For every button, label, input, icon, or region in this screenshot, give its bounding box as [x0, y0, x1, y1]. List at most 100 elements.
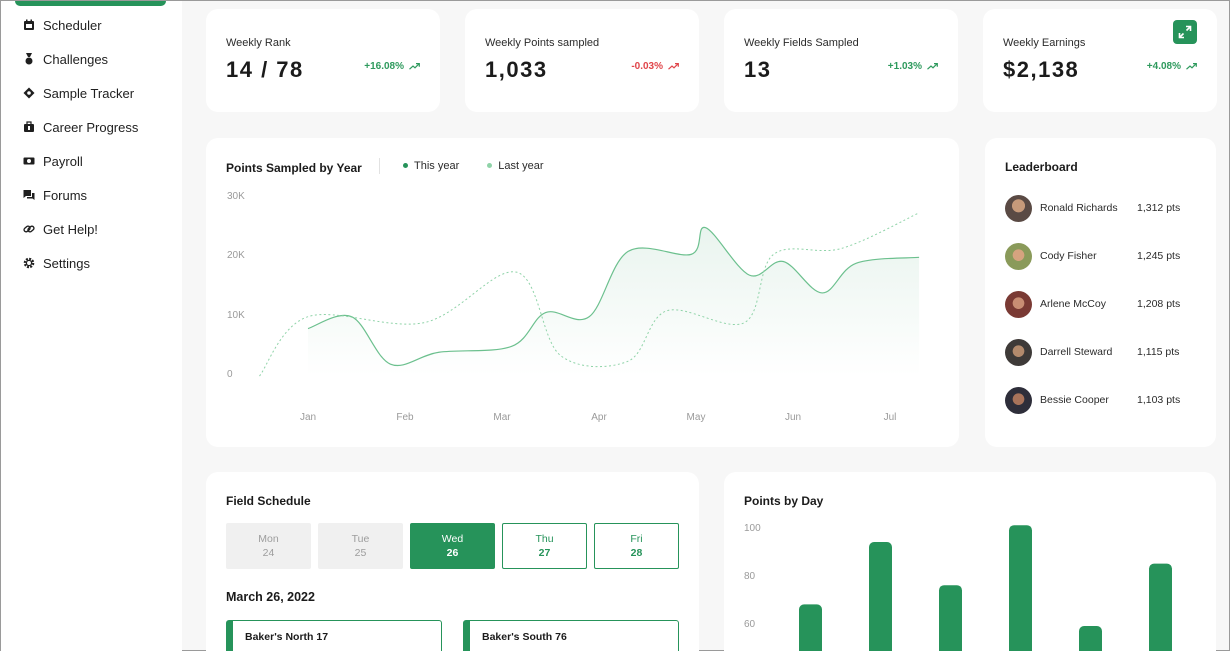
sidebar-item-label: Payroll [43, 153, 83, 169]
line-chart [259, 212, 920, 377]
schedule-item[interactable]: Baker's North 17 [226, 620, 442, 651]
money-icon [23, 155, 35, 167]
bar[interactable] [799, 604, 822, 651]
day-number: 26 [446, 547, 459, 559]
gear-icon [23, 257, 35, 269]
bar[interactable] [1149, 563, 1172, 651]
trend-up-icon [927, 63, 938, 70]
stat-title: Weekly Earnings [1003, 37, 1086, 49]
y-tick-label: 20K [227, 250, 245, 262]
sidebar-item-career-progress[interactable]: Career Progress [23, 117, 138, 137]
sidebar-item-label: Forums [43, 187, 88, 203]
stat-change: +16.08% [364, 61, 420, 72]
bar[interactable] [1009, 525, 1032, 651]
sidebar-item-get-help[interactable]: Get Help! [23, 219, 98, 239]
day-name: Fri [630, 533, 643, 545]
bar[interactable] [1079, 626, 1102, 651]
leaderboard-points: 1,115 pts [1137, 346, 1180, 358]
y-tick-label: 100 [744, 523, 761, 534]
sidebar-item-label: Settings [43, 255, 90, 271]
avatar [1005, 338, 1032, 366]
active-nav-indicator [15, 1, 166, 6]
leaderboard-name: Bessie Cooper [1040, 394, 1109, 406]
points-by-year-card: Points Sampled by Year This year Last ye… [206, 138, 959, 447]
stat-title: Weekly Rank [226, 37, 291, 49]
target-icon [23, 87, 35, 99]
points-by-day-card: Points by Day 60 80 100 [724, 472, 1216, 651]
day-tab-wed[interactable]: Wed 26 [410, 523, 495, 569]
y-tick-label: 30K [227, 191, 245, 202]
sidebar-item-label: Sample Tracker [43, 85, 135, 101]
sidebar-item-settings[interactable]: Settings [23, 253, 90, 273]
sidebar-item-scheduler[interactable]: Scheduler [23, 15, 102, 35]
expand-icon [1178, 25, 1192, 39]
leaderboard-row[interactable]: Ronald Richards 1,312 pts [1005, 193, 1205, 223]
stat-change: -0.03% [631, 61, 679, 72]
schedule-date: March 26, 2022 [226, 590, 315, 604]
briefcase-icon [23, 121, 35, 133]
leaderboard-row[interactable]: Arlene McCoy 1,208 pts [1005, 289, 1205, 319]
avatar [1005, 242, 1032, 270]
schedule-item-title: Baker's North 17 [245, 631, 329, 643]
leaderboard-points: 1,103 pts [1137, 394, 1181, 406]
x-tick-label: Jul [883, 412, 897, 423]
bar-chart [799, 525, 1172, 651]
stat-change-value: +4.08% [1146, 61, 1181, 72]
sidebar-item-challenges[interactable]: Challenges [23, 49, 108, 69]
day-tab-fri[interactable]: Fri 28 [594, 523, 679, 569]
link-icon [23, 223, 35, 235]
leaderboard-row[interactable]: Cody Fisher 1,245 pts [1005, 241, 1205, 271]
stat-change: +1.03% [888, 61, 938, 72]
expand-button[interactable] [1173, 20, 1197, 44]
series-area-this-year [308, 227, 920, 376]
day-number: 28 [630, 547, 643, 559]
leaderboard-name: Arlene McCoy [1040, 298, 1106, 310]
day-name: Thu [535, 533, 554, 545]
stat-value: $2,138 [1003, 57, 1080, 82]
day-number: 25 [354, 547, 367, 559]
calendar-icon [23, 19, 35, 31]
x-tick-label: Jun [784, 412, 802, 423]
leaderboard-name: Ronald Richards [1040, 202, 1118, 214]
stat-card-weekly-points: Weekly Points sampled 1,033 -0.03% [465, 9, 699, 112]
leaderboard-title: Leaderboard [1005, 160, 1078, 174]
x-tick-label: Apr [591, 412, 607, 423]
leaderboard-name: Darrell Steward [1040, 346, 1113, 358]
day-name: Mon [258, 533, 279, 545]
day-name: Wed [441, 533, 464, 545]
leaderboard-row[interactable]: Bessie Cooper 1,103 pts [1005, 385, 1205, 415]
bar[interactable] [939, 585, 962, 651]
stat-title: Weekly Points sampled [485, 37, 600, 49]
day-tab-mon[interactable]: Mon 24 [226, 523, 311, 569]
x-tick-label: May [686, 412, 706, 423]
sidebar-item-payroll[interactable]: Payroll [23, 151, 83, 171]
field-schedule-card: Field Schedule Mon 24 Tue 25 Wed 26 Thu … [206, 472, 699, 651]
leaderboard-points: 1,245 pts [1137, 250, 1181, 262]
medal-icon [23, 53, 35, 65]
stat-value: 13 [744, 57, 772, 82]
stat-card-weekly-fields: Weekly Fields Sampled 13 +1.03% [724, 9, 958, 112]
bar[interactable] [869, 542, 892, 651]
stat-change: +4.08% [1147, 61, 1197, 72]
sidebar-item-label: Scheduler [43, 17, 102, 33]
stat-change-value: +16.08% [364, 61, 404, 72]
stat-value: 14 / 78 [226, 57, 304, 82]
trend-up-icon [1186, 63, 1197, 70]
leaderboard-card: Leaderboard Ronald Richards 1,312 pts Co… [985, 138, 1216, 447]
day-number: 24 [262, 547, 275, 559]
day-tab-tue[interactable]: Tue 25 [318, 523, 403, 569]
day-name: Tue [351, 533, 370, 545]
avatar [1005, 290, 1032, 318]
sidebar-item-forums[interactable]: Forums [23, 185, 87, 205]
stat-card-weekly-rank: Weekly Rank 14 / 78 +16.08% [206, 9, 440, 112]
leaderboard-points: 1,208 pts [1137, 298, 1181, 310]
schedule-item[interactable]: Baker's South 76 [463, 620, 679, 651]
leaderboard-row[interactable]: Darrell Steward 1,115 pts [1005, 337, 1205, 367]
day-tab-thu[interactable]: Thu 27 [502, 523, 587, 569]
stat-change-value: +1.03% [887, 61, 922, 72]
sidebar-item-sample-tracker[interactable]: Sample Tracker [23, 83, 134, 103]
leaderboard-name: Cody Fisher [1040, 250, 1097, 262]
stat-change-value: -0.03% [631, 61, 663, 72]
y-tick-label: 60 [744, 619, 756, 630]
sidebar-item-label: Career Progress [43, 119, 139, 135]
